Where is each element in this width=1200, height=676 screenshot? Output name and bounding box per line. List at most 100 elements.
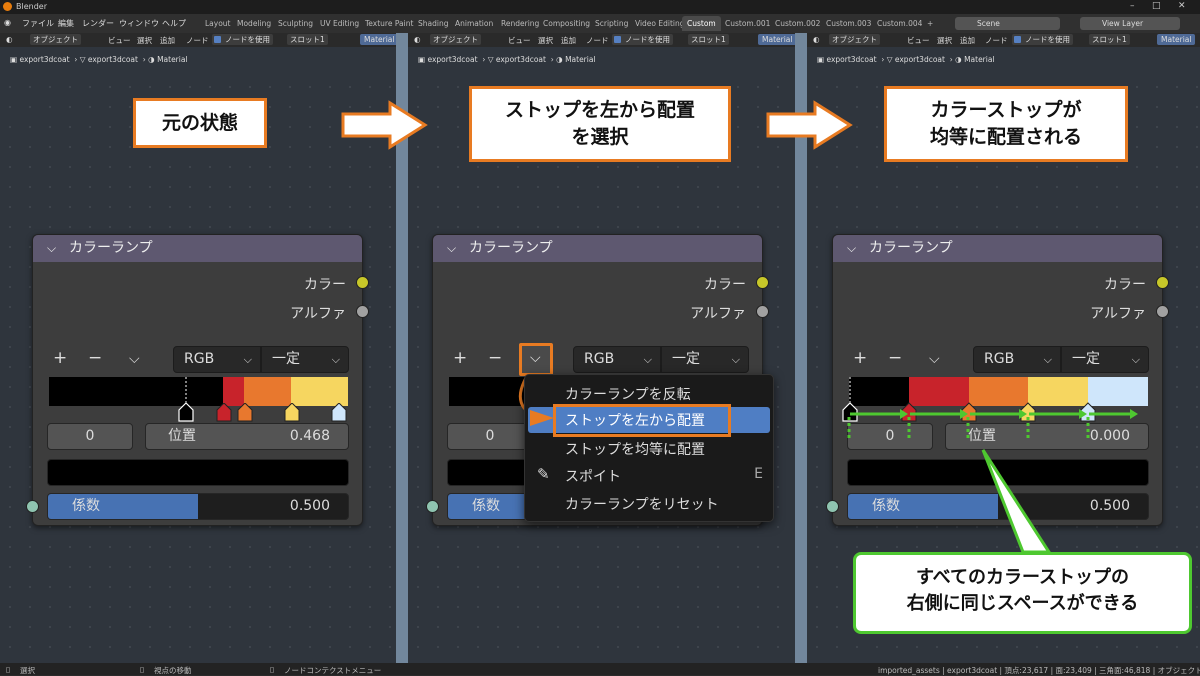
remove-stop-button[interactable]: − bbox=[88, 348, 102, 368]
menu-select[interactable]: 選択 bbox=[538, 35, 553, 46]
menu-item-distribute-evenly[interactable]: ストップを均等に配置 bbox=[565, 439, 705, 459]
interpolation-dropdown[interactable]: 一定 ⌵ bbox=[1061, 346, 1149, 373]
menu-select[interactable]: 選択 bbox=[137, 35, 152, 46]
output-alpha-socket[interactable] bbox=[1156, 305, 1169, 318]
color-stops[interactable] bbox=[49, 403, 348, 423]
maximize-button[interactable]: □ bbox=[1152, 1, 1161, 11]
interpolation-dropdown[interactable]: 一定 ⌵ bbox=[661, 346, 749, 373]
color-stop-marker[interactable] bbox=[237, 403, 253, 422]
add-stop-button[interactable]: + bbox=[453, 348, 467, 368]
menu-add[interactable]: 追加 bbox=[160, 35, 175, 46]
menu-view[interactable]: ビュー bbox=[508, 35, 531, 46]
menu-file[interactable]: ファイル bbox=[22, 18, 54, 29]
menu-edit[interactable]: 編集 bbox=[58, 18, 74, 29]
collapse-chevron-icon[interactable]: ⌵ bbox=[847, 235, 856, 262]
material-selector[interactable]: Material bbox=[1157, 34, 1196, 45]
color-mode-dropdown[interactable]: RGB ⌵ bbox=[973, 346, 1061, 373]
node-header[interactable]: ⌵ カラーランプ bbox=[33, 235, 362, 262]
material-selector[interactable]: Material bbox=[360, 34, 396, 45]
menu-view[interactable]: ビュー bbox=[108, 35, 131, 46]
tab-custom-001[interactable]: Custom.001 bbox=[720, 16, 775, 31]
collapse-chevron-icon[interactable]: ⌵ bbox=[47, 235, 56, 262]
output-color-socket[interactable] bbox=[756, 276, 769, 289]
stop-index-field[interactable]: 0 bbox=[47, 423, 133, 450]
menu-node[interactable]: ノード bbox=[186, 35, 209, 46]
add-workspace-button[interactable]: + bbox=[922, 16, 938, 31]
tab-animation[interactable]: Animation bbox=[450, 16, 498, 31]
color-ramp-bar[interactable] bbox=[849, 377, 1148, 406]
factor-slider[interactable]: 係数 0.500 bbox=[47, 493, 349, 520]
ramp-menu-button-highlighted[interactable]: ⌵ bbox=[519, 343, 553, 376]
tab-custom-003[interactable]: Custom.003 bbox=[821, 16, 876, 31]
editor-type-icon[interactable]: ◐ bbox=[813, 35, 820, 44]
mode-dropdown[interactable]: オブジェクト bbox=[430, 34, 481, 45]
view-layer-selector[interactable]: View Layer bbox=[1080, 17, 1180, 30]
menu-render[interactable]: レンダー bbox=[82, 18, 114, 29]
menu-node[interactable]: ノード bbox=[985, 35, 1008, 46]
slot-dropdown[interactable]: スロット1 bbox=[1089, 34, 1130, 45]
color-stop-marker[interactable] bbox=[284, 403, 300, 422]
use-nodes-checkbox[interactable]: ノードを使用 bbox=[612, 34, 673, 45]
editor-type-icon[interactable]: ◐ bbox=[6, 35, 13, 44]
tab-uv-editing[interactable]: UV Editing bbox=[315, 16, 364, 31]
color-stop-marker[interactable] bbox=[178, 403, 194, 422]
menu-item-flip-ramp[interactable]: カラーランプを反転 bbox=[565, 384, 691, 404]
tab-custom[interactable]: Custom bbox=[682, 16, 721, 31]
input-factor-socket[interactable] bbox=[826, 500, 839, 513]
menu-node[interactable]: ノード bbox=[586, 35, 609, 46]
material-selector[interactable]: Material bbox=[758, 34, 795, 45]
node-header[interactable]: ⌵ カラーランプ bbox=[433, 235, 762, 262]
stop-position-field[interactable]: 位置 0.468 bbox=[145, 423, 349, 450]
remove-stop-button[interactable]: − bbox=[488, 348, 502, 368]
ramp-menu-chevron-icon[interactable]: ⌵ bbox=[129, 351, 140, 367]
tab-scripting[interactable]: Scripting bbox=[590, 16, 633, 31]
color-mode-dropdown[interactable]: RGB ⌵ bbox=[173, 346, 261, 373]
slot-dropdown[interactable]: スロット1 bbox=[688, 34, 729, 45]
blender-menu-icon[interactable]: ◉ bbox=[4, 18, 14, 28]
ramp-menu-chevron-icon[interactable]: ⌵ bbox=[929, 351, 940, 367]
color-ramp-node[interactable]: ⌵ カラーランプ カラー アルファ + − ⌵ RGB ⌵ 一定 ⌵ 0 位置 0.46… bbox=[26, 234, 369, 526]
tab-modeling[interactable]: Modeling bbox=[232, 16, 276, 31]
color-stop-marker[interactable] bbox=[216, 403, 232, 422]
menu-select[interactable]: 選択 bbox=[937, 35, 952, 46]
collapse-chevron-icon[interactable]: ⌵ bbox=[447, 235, 456, 262]
tab-custom-004[interactable]: Custom.004 bbox=[872, 16, 927, 31]
remove-stop-button[interactable]: − bbox=[888, 348, 902, 368]
input-factor-socket[interactable] bbox=[426, 500, 439, 513]
mode-dropdown[interactable]: オブジェクト bbox=[30, 34, 81, 45]
output-alpha-socket[interactable] bbox=[356, 305, 369, 318]
tab-compositing[interactable]: Compositing bbox=[538, 16, 595, 31]
minimize-button[interactable]: – bbox=[1130, 1, 1135, 11]
use-nodes-checkbox[interactable]: ノードを使用 bbox=[212, 34, 273, 45]
add-stop-button[interactable]: + bbox=[53, 348, 67, 368]
output-alpha-socket[interactable] bbox=[756, 305, 769, 318]
input-factor-socket[interactable] bbox=[26, 500, 39, 513]
scene-selector[interactable]: Scene bbox=[955, 17, 1060, 30]
editor-type-icon[interactable]: ◐ bbox=[414, 35, 421, 44]
menu-add[interactable]: 追加 bbox=[561, 35, 576, 46]
tab-sculpting[interactable]: Sculpting bbox=[273, 16, 318, 31]
tab-shading[interactable]: Shading bbox=[413, 16, 453, 31]
use-nodes-checkbox[interactable]: ノードを使用 bbox=[1012, 34, 1073, 45]
menu-help[interactable]: ヘルプ bbox=[162, 18, 186, 29]
menu-window[interactable]: ウィンドウ bbox=[119, 18, 159, 29]
output-color-socket[interactable] bbox=[356, 276, 369, 289]
tab-texture-paint[interactable]: Texture Paint bbox=[360, 16, 418, 31]
tab-custom-002[interactable]: Custom.002 bbox=[770, 16, 825, 31]
output-color-socket[interactable] bbox=[1156, 276, 1169, 289]
color-ramp-bar[interactable] bbox=[49, 377, 348, 406]
menu-item-reset-ramp[interactable]: カラーランプをリセット bbox=[565, 494, 719, 514]
menu-add[interactable]: 追加 bbox=[960, 35, 975, 46]
tab-video-editing[interactable]: Video Editing bbox=[630, 16, 690, 31]
stop-color-swatch[interactable] bbox=[47, 459, 349, 486]
close-button[interactable]: ✕ bbox=[1178, 1, 1186, 11]
color-mode-dropdown[interactable]: RGB ⌵ bbox=[573, 346, 661, 373]
menu-item-distribute-left[interactable]: ストップを左から配置 bbox=[565, 410, 705, 430]
tab-layout[interactable]: Layout bbox=[200, 16, 236, 31]
menu-view[interactable]: ビュー bbox=[907, 35, 930, 46]
node-header[interactable]: ⌵ カラーランプ bbox=[833, 235, 1162, 262]
slot-dropdown[interactable]: スロット1 bbox=[287, 34, 328, 45]
menu-item-eyedropper[interactable]: スポイト bbox=[565, 466, 621, 486]
interpolation-dropdown[interactable]: 一定 ⌵ bbox=[261, 346, 349, 373]
mode-dropdown[interactable]: オブジェクト bbox=[829, 34, 880, 45]
